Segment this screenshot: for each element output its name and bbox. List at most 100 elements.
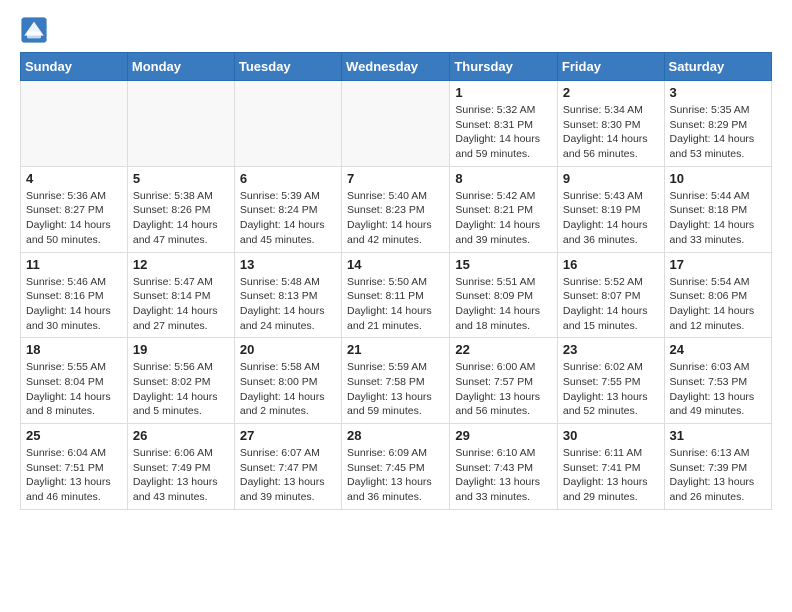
calendar-cell: 14Sunrise: 5:50 AM Sunset: 8:11 PM Dayli… — [342, 252, 450, 338]
day-info: Sunrise: 5:34 AM Sunset: 8:30 PM Dayligh… — [563, 103, 659, 162]
day-info: Sunrise: 5:58 AM Sunset: 8:00 PM Dayligh… — [240, 360, 336, 419]
calendar-cell: 16 Sunrise: 5:52 AM Sunset: 8:07 PM Dayli… — [557, 252, 664, 338]
day-number: 20 — [240, 342, 336, 357]
calendar-cell: 18Sunrise: 5:55 AM Sunset: 8:04 PM Dayli… — [21, 338, 128, 424]
day-number: 13 — [240, 257, 336, 272]
day-info: Sunrise: 5:40 AM Sunset: 8:23 PM Dayligh… — [347, 189, 444, 248]
calendar-cell: 2 Sunrise: 5:34 AM Sunset: 8:30 PM Daylig… — [557, 81, 664, 167]
calendar-cell: 26Sunrise: 6:06 AM Sunset: 7:49 PM Dayli… — [127, 424, 234, 510]
day-info: Sunrise: 6:04 AM Sunset: 7:51 PM Dayligh… — [26, 446, 122, 505]
day-info: Sunrise: 5:51 AM Sunset: 8:09 PM Dayligh… — [455, 275, 552, 334]
calendar-table: SundayMondayTuesdayWednesdayThursdayFrid… — [20, 52, 772, 510]
calendar-cell: 5 Sunrise: 5:38 AM Sunset: 8:26 PM Daylig… — [127, 166, 234, 252]
col-header-monday: Monday — [127, 53, 234, 81]
day-info: Sunrise: 5:39 AM Sunset: 8:24 PM Dayligh… — [240, 189, 336, 248]
calendar-cell: 30 Sunrise: 6:11 AM Sunset: 7:41 PM Dayli… — [557, 424, 664, 510]
day-number: 1 — [455, 85, 552, 100]
day-number: 7 — [347, 171, 444, 186]
day-number: 19 — [133, 342, 229, 357]
day-info: Sunrise: 6:11 AM Sunset: 7:41 PM Dayligh… — [563, 446, 659, 505]
day-number: 6 — [240, 171, 336, 186]
calendar-cell: 1 Sunrise: 5:32 AM Sunset: 8:31 PM Daylig… — [450, 81, 558, 167]
calendar-cell: 4 Sunrise: 5:36 AM Sunset: 8:27 PM Daylig… — [21, 166, 128, 252]
day-number: 9 — [563, 171, 659, 186]
calendar-cell: 6 Sunrise: 5:39 AM Sunset: 8:24 PM Daylig… — [234, 166, 341, 252]
day-number: 30 — [563, 428, 659, 443]
calendar-header-row: SundayMondayTuesdayWednesdayThursdayFrid… — [21, 53, 772, 81]
calendar-cell: 23 Sunrise: 6:02 AM Sunset: 7:55 PM Dayli… — [557, 338, 664, 424]
day-number: 31 — [670, 428, 766, 443]
calendar-cell: 11 Sunrise: 5:46 AM Sunset: 8:16 PM Dayli… — [21, 252, 128, 338]
calendar-cell: 27Sunrise: 6:07 AM Sunset: 7:47 PM Dayli… — [234, 424, 341, 510]
day-number: 2 — [563, 85, 659, 100]
day-number: 12 — [133, 257, 229, 272]
day-info: Sunrise: 6:02 AM Sunset: 7:55 PM Dayligh… — [563, 360, 659, 419]
day-number: 15 — [455, 257, 552, 272]
day-info: Sunrise: 6:10 AM Sunset: 7:43 PM Dayligh… — [455, 446, 552, 505]
day-info: Sunrise: 5:48 AM Sunset: 8:13 PM Dayligh… — [240, 275, 336, 334]
day-info: Sunrise: 6:03 AM Sunset: 7:53 PM Dayligh… — [670, 360, 766, 419]
day-number: 16 — [563, 257, 659, 272]
calendar-cell: 21Sunrise: 5:59 AM Sunset: 7:58 PM Dayli… — [342, 338, 450, 424]
day-number: 26 — [133, 428, 229, 443]
day-number: 28 — [347, 428, 444, 443]
calendar-cell: 15 Sunrise: 5:51 AM Sunset: 8:09 PM Dayli… — [450, 252, 558, 338]
calendar-cell: 28 Sunrise: 6:09 AM Sunset: 7:45 PM Dayli… — [342, 424, 450, 510]
calendar-cell: 22 Sunrise: 6:00 AM Sunset: 7:57 PM Dayli… — [450, 338, 558, 424]
day-info: Sunrise: 5:44 AM Sunset: 8:18 PM Dayligh… — [670, 189, 766, 248]
col-header-wednesday: Wednesday — [342, 53, 450, 81]
day-number: 21 — [347, 342, 444, 357]
day-number: 4 — [26, 171, 122, 186]
day-info: Sunrise: 6:09 AM Sunset: 7:45 PM Dayligh… — [347, 446, 444, 505]
col-header-tuesday: Tuesday — [234, 53, 341, 81]
day-info: Sunrise: 5:46 AM Sunset: 8:16 PM Dayligh… — [26, 275, 122, 334]
day-info: Sunrise: 6:13 AM Sunset: 7:39 PM Dayligh… — [670, 446, 766, 505]
day-number: 24 — [670, 342, 766, 357]
day-info: Sunrise: 5:32 AM Sunset: 8:31 PM Dayligh… — [455, 103, 552, 162]
day-info: Sunrise: 5:42 AM Sunset: 8:21 PM Dayligh… — [455, 189, 552, 248]
day-info: Sunrise: 5:36 AM Sunset: 8:27 PM Dayligh… — [26, 189, 122, 248]
day-number: 23 — [563, 342, 659, 357]
calendar-cell: 10 Sunrise: 5:44 AM Sunset: 8:18 PM Dayli… — [664, 166, 771, 252]
calendar-week-4: 18Sunrise: 5:55 AM Sunset: 8:04 PM Dayli… — [21, 338, 772, 424]
day-info: Sunrise: 5:43 AM Sunset: 8:19 PM Dayligh… — [563, 189, 659, 248]
calendar-cell: 8Sunrise: 5:42 AM Sunset: 8:21 PM Daylig… — [450, 166, 558, 252]
calendar-cell: 12 Sunrise: 5:47 AM Sunset: 8:14 PM Dayli… — [127, 252, 234, 338]
logo — [20, 16, 52, 44]
col-header-saturday: Saturday — [664, 53, 771, 81]
calendar-cell: 7 Sunrise: 5:40 AM Sunset: 8:23 PM Daylig… — [342, 166, 450, 252]
day-info: Sunrise: 6:00 AM Sunset: 7:57 PM Dayligh… — [455, 360, 552, 419]
day-info: Sunrise: 5:38 AM Sunset: 8:26 PM Dayligh… — [133, 189, 229, 248]
day-info: Sunrise: 5:35 AM Sunset: 8:29 PM Dayligh… — [670, 103, 766, 162]
calendar-week-2: 4 Sunrise: 5:36 AM Sunset: 8:27 PM Daylig… — [21, 166, 772, 252]
day-number: 10 — [670, 171, 766, 186]
day-number: 27 — [240, 428, 336, 443]
col-header-thursday: Thursday — [450, 53, 558, 81]
day-info: Sunrise: 5:50 AM Sunset: 8:11 PM Dayligh… — [347, 275, 444, 334]
calendar-cell: 3 Sunrise: 5:35 AM Sunset: 8:29 PM Daylig… — [664, 81, 771, 167]
day-number: 5 — [133, 171, 229, 186]
day-info: Sunrise: 5:52 AM Sunset: 8:07 PM Dayligh… — [563, 275, 659, 334]
calendar-cell: 19 Sunrise: 5:56 AM Sunset: 8:02 PM Dayli… — [127, 338, 234, 424]
calendar-cell: 17Sunrise: 5:54 AM Sunset: 8:06 PM Dayli… — [664, 252, 771, 338]
calendar-week-5: 25 Sunrise: 6:04 AM Sunset: 7:51 PM Dayli… — [21, 424, 772, 510]
calendar-cell: 24 Sunrise: 6:03 AM Sunset: 7:53 PM Dayli… — [664, 338, 771, 424]
calendar-cell — [21, 81, 128, 167]
calendar-week-1: 1 Sunrise: 5:32 AM Sunset: 8:31 PM Daylig… — [21, 81, 772, 167]
calendar-cell: 31 Sunrise: 6:13 AM Sunset: 7:39 PM Dayli… — [664, 424, 771, 510]
day-number: 11 — [26, 257, 122, 272]
col-header-friday: Friday — [557, 53, 664, 81]
day-number: 25 — [26, 428, 122, 443]
day-info: Sunrise: 5:56 AM Sunset: 8:02 PM Dayligh… — [133, 360, 229, 419]
col-header-sunday: Sunday — [21, 53, 128, 81]
logo-icon — [20, 16, 48, 44]
calendar-cell: 20 Sunrise: 5:58 AM Sunset: 8:00 PM Dayli… — [234, 338, 341, 424]
day-number: 22 — [455, 342, 552, 357]
calendar-cell: 9 Sunrise: 5:43 AM Sunset: 8:19 PM Daylig… — [557, 166, 664, 252]
day-info: Sunrise: 5:55 AM Sunset: 8:04 PM Dayligh… — [26, 360, 122, 419]
day-number: 3 — [670, 85, 766, 100]
calendar-cell — [342, 81, 450, 167]
day-info: Sunrise: 5:54 AM Sunset: 8:06 PM Dayligh… — [670, 275, 766, 334]
day-info: Sunrise: 5:47 AM Sunset: 8:14 PM Dayligh… — [133, 275, 229, 334]
calendar-cell: 29Sunrise: 6:10 AM Sunset: 7:43 PM Dayli… — [450, 424, 558, 510]
